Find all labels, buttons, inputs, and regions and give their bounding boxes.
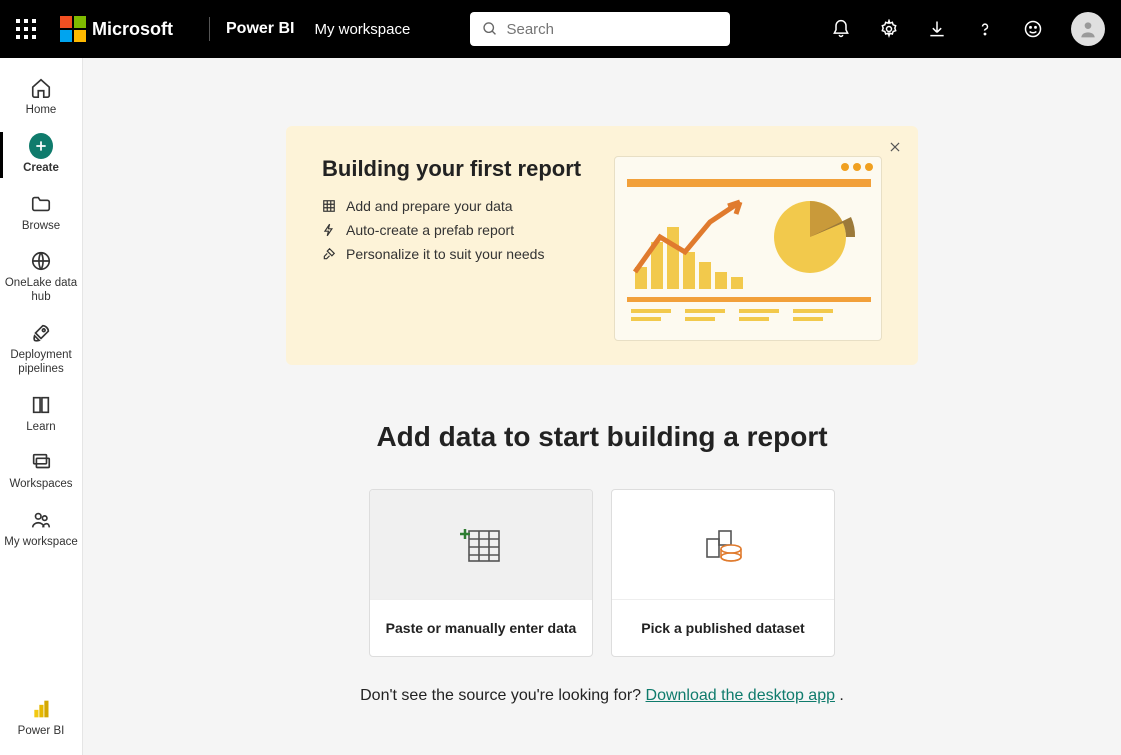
workspaces-icon [29, 450, 53, 474]
card-label: Pick a published dataset [612, 599, 834, 656]
sidebar-item-browse[interactable]: Browse [0, 184, 82, 242]
account-avatar[interactable] [1071, 12, 1105, 46]
page-heading: Add data to start building a report [376, 421, 827, 453]
card-label: Paste or manually enter data [370, 599, 592, 656]
onelake-icon [29, 249, 53, 273]
sidebar-item-label: Learn [26, 421, 55, 435]
settings-icon[interactable] [879, 19, 899, 39]
feedback-icon[interactable] [1023, 19, 1043, 39]
banner-step: Personalize it to suit your needs [322, 246, 602, 262]
rocket-icon [29, 321, 53, 345]
microsoft-logo-icon [60, 16, 86, 42]
sidebar-item-label: Home [26, 104, 57, 118]
left-sidebar: Home Create Browse OneLake data hub Depl… [0, 58, 83, 755]
sidebar-item-pipelines[interactable]: Deployment pipelines [0, 313, 82, 385]
close-banner-button[interactable] [888, 140, 902, 159]
search-box[interactable] [470, 12, 730, 46]
header-divider [209, 17, 210, 41]
download-desktop-link[interactable]: Download the desktop app [646, 687, 835, 704]
main-content: Building your first report Add and prepa… [83, 58, 1121, 755]
sidebar-item-workspaces[interactable]: Workspaces [0, 442, 82, 500]
app-launcher-icon[interactable] [16, 19, 36, 39]
sidebar-item-label: Create [23, 162, 59, 176]
lightning-icon [322, 223, 336, 237]
sidebar-item-home[interactable]: Home [0, 68, 82, 126]
sidebar-item-label: Workspaces [9, 478, 72, 492]
search-input[interactable] [506, 21, 718, 38]
people-icon [29, 508, 53, 532]
app-name: Power BI [226, 20, 294, 38]
card-pick-dataset[interactable]: Pick a published dataset [611, 489, 835, 657]
close-icon [888, 140, 902, 154]
table-icon [322, 199, 336, 213]
dataset-icon [701, 525, 745, 565]
footer-text: Don't see the source you're looking for?… [360, 687, 844, 705]
top-header: Microsoft Power BI My workspace [0, 0, 1121, 58]
sidebar-item-onelake[interactable]: OneLake data hub [0, 241, 82, 313]
breadcrumb[interactable]: My workspace [314, 21, 410, 38]
help-icon[interactable] [975, 19, 995, 39]
notifications-icon[interactable] [831, 19, 851, 39]
first-report-banner: Building your first report Add and prepa… [286, 126, 918, 365]
paintbrush-icon [322, 247, 336, 261]
banner-title: Building your first report [322, 156, 602, 182]
sidebar-item-powerbi[interactable]: Power BI [0, 689, 82, 747]
microsoft-brand-text: Microsoft [92, 19, 173, 40]
download-icon[interactable] [927, 19, 947, 39]
sidebar-item-label: My workspace [4, 536, 78, 550]
sidebar-item-label: Browse [22, 220, 60, 234]
banner-illustration [614, 156, 882, 341]
enter-data-icon [459, 525, 503, 565]
microsoft-logo: Microsoft [60, 16, 173, 42]
powerbi-icon [29, 697, 53, 721]
sidebar-item-my-workspace[interactable]: My workspace [0, 500, 82, 558]
sidebar-item-label: Power BI [18, 725, 65, 739]
banner-step: Auto-create a prefab report [322, 222, 602, 238]
sidebar-item-create[interactable]: Create [0, 126, 82, 184]
sidebar-item-label: OneLake data hub [2, 277, 80, 305]
banner-step: Add and prepare your data [322, 198, 602, 214]
book-icon [29, 393, 53, 417]
person-icon [1078, 19, 1098, 39]
create-icon [29, 134, 53, 158]
search-icon [482, 20, 498, 38]
sidebar-item-learn[interactable]: Learn [0, 385, 82, 443]
sidebar-item-label: Deployment pipelines [2, 349, 80, 377]
home-icon [29, 76, 53, 100]
card-paste-data[interactable]: Paste or manually enter data [369, 489, 593, 657]
folder-icon [29, 192, 53, 216]
